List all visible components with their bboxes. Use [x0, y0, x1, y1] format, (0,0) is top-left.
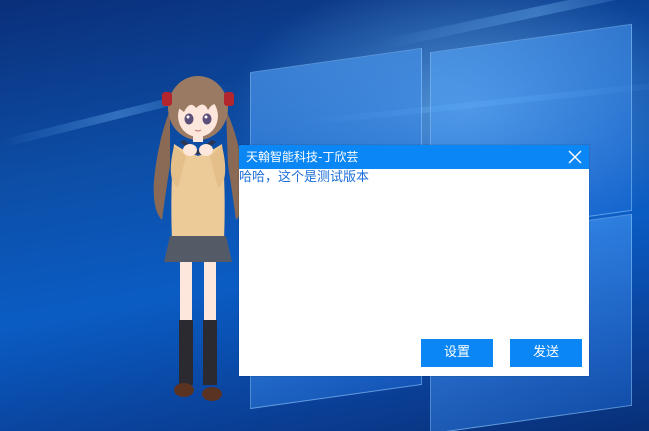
close-icon — [568, 150, 582, 164]
dialog-title: 天翰智能科技-丁欣芸 — [246, 150, 359, 164]
settings-button[interactable]: 设置 — [421, 339, 493, 367]
chat-dialog: 天翰智能科技-丁欣芸 哈哈，这个是测试版本 设置 发送 — [239, 145, 589, 376]
dialog-titlebar[interactable]: 天翰智能科技-丁欣芸 — [239, 145, 589, 169]
send-button[interactable]: 发送 — [510, 339, 582, 367]
message-text: 哈哈，这个是测试版本 — [239, 170, 370, 185]
desktop-background: 天翰智能科技-丁欣芸 哈哈，这个是测试版本 设置 发送 — [0, 0, 649, 431]
anime-character — [153, 76, 245, 401]
close-button[interactable] — [565, 147, 585, 167]
